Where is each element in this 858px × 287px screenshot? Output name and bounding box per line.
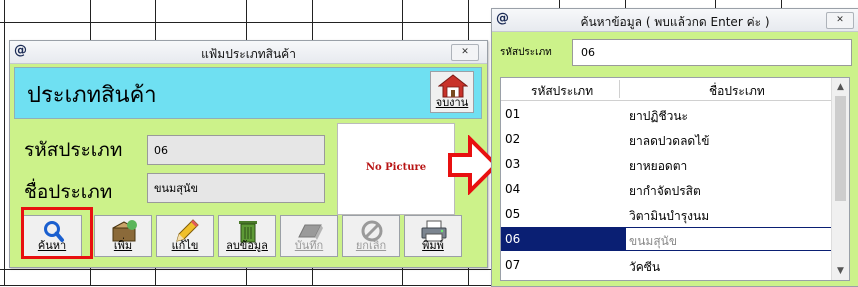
delete-button[interactable]: ลบข้อมูล [218, 215, 276, 257]
row-code: 07 [505, 258, 521, 272]
scroll-up-icon[interactable]: ▲ [832, 82, 849, 92]
name-field[interactable]: ขนมสุนัข [147, 173, 325, 203]
results-list-header: รหัสประเภท ชื่อประเภท [501, 78, 831, 101]
code-field[interactable]: 06 [147, 135, 325, 165]
column-divider [619, 80, 620, 98]
cancel-button-label: ยกเลิก [355, 239, 387, 252]
list-item[interactable]: 02 ยาลดปวดลดไข้ [501, 127, 831, 151]
exit-button-label: จบงาน [435, 96, 469, 109]
exit-button[interactable]: จบงาน [430, 71, 474, 113]
search-dialog-window: @ ค้นหาข้อมูล ( พบแล้วกด Enter ค่ะ ) ✕ ร… [491, 8, 858, 287]
row-name: ยาปฏิชีวนะ [629, 109, 688, 123]
close-button[interactable]: ✕ [451, 44, 479, 61]
delete-button-label: ลบข้อมูล [226, 239, 268, 252]
scrollbar-thumb[interactable] [835, 96, 846, 201]
row-name: ยากำจัดปรสิต [629, 184, 701, 198]
row-name: ขนมสุนัข [629, 234, 678, 248]
search-field[interactable]: 06 [572, 39, 852, 66]
save-button-label: บันทึก [294, 239, 324, 252]
column-header-code[interactable]: รหัสประเภท [531, 82, 593, 101]
window-title: แฟ้มประเภทสินค้า [201, 47, 296, 61]
code-label: รหัสประเภท [24, 139, 123, 161]
list-item-selected[interactable]: 06 ขนมสุนัข [501, 227, 832, 251]
row-name: ยาหยอดตา [629, 159, 688, 173]
name-label: ชื่อประเภท [24, 181, 113, 203]
results-list[interactable]: รหัสประเภท ชื่อประเภท 01 ยาปฏิชีวนะ 02 ย… [500, 77, 850, 281]
form-header-title: ประเภทสินค้า [27, 83, 157, 108]
edit-button-label: แก้ไข [171, 239, 199, 252]
row-code: 05 [505, 207, 521, 221]
column-header-name[interactable]: ชื่อประเภท [709, 82, 765, 101]
category-form-titlebar[interactable]: @ แฟ้มประเภทสินค้า ✕ [10, 41, 487, 64]
list-item[interactable]: 04 ยากำจัดปรสิต [501, 177, 831, 201]
search-field-label: รหัสประเภท [500, 47, 552, 58]
add-button[interactable]: เพิ่ม [94, 215, 152, 257]
close-button[interactable]: ✕ [826, 12, 854, 29]
row-name: ยาลดปวดลดไข้ [629, 134, 710, 148]
add-button-label: เพิ่ม [113, 239, 133, 252]
row-code: 03 [505, 157, 521, 171]
row-code: 06 [505, 232, 521, 246]
edit-button[interactable]: แก้ไข [156, 215, 214, 257]
scroll-down-icon[interactable]: ▼ [832, 266, 849, 276]
list-item[interactable]: 03 ยาหยอดตา [501, 152, 831, 176]
vertical-scrollbar[interactable]: ▲ ▼ [831, 78, 849, 280]
row-code: 04 [505, 182, 521, 196]
print-button[interactable]: พิมพ์ [404, 215, 462, 257]
search-dialog-titlebar[interactable]: @ ค้นหาข้อมูล ( พบแล้วกด Enter ค่ะ ) ✕ [492, 9, 858, 32]
row-code: 01 [505, 107, 521, 121]
list-item[interactable]: 07 วัคซีน [501, 253, 831, 277]
dialog-title: ค้นหาข้อมูล ( พบแล้วกด Enter ค่ะ ) [580, 15, 770, 29]
list-item[interactable]: 05 วิตามินบำรุงนม [501, 202, 831, 226]
cancel-button[interactable]: ยกเลิก [342, 215, 400, 257]
row-code: 02 [505, 132, 521, 146]
row-name: วัคซีน [629, 260, 661, 274]
form-header: ประเภทสินค้า จบงาน [14, 67, 482, 119]
picture-box[interactable]: No Picture [337, 123, 455, 215]
search-button-highlight [21, 207, 93, 259]
save-button[interactable]: บันทึก [280, 215, 338, 257]
no-picture-text: No Picture [365, 162, 427, 173]
row-name: วิตามินบำรุงนม [629, 209, 710, 223]
print-button-label: พิมพ์ [422, 239, 444, 252]
list-item[interactable]: 01 ยาปฏิชีวนะ [501, 102, 831, 126]
